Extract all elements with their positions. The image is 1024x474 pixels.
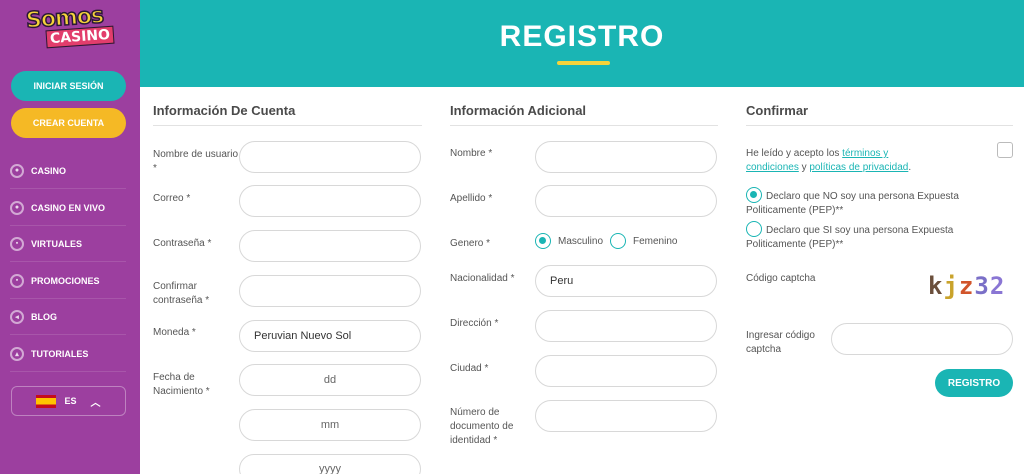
login-button[interactable]: INICIAR SESIÓN: [11, 71, 126, 101]
terms-prefix: He leído y acepto los: [746, 148, 843, 159]
gender-female-radio[interactable]: [610, 233, 626, 249]
birth-year-input[interactable]: yyyy: [239, 454, 421, 474]
live-chip-icon: ●: [10, 200, 24, 215]
gamepad-icon: ▪: [10, 236, 24, 251]
address-label: Dirección *: [450, 318, 499, 329]
birthdate-label: Fecha de Nacimiento *: [153, 372, 210, 397]
divider: [153, 125, 422, 126]
sidebar-item-label: CASINO: [31, 165, 67, 176]
birth-day-input[interactable]: dd: [239, 364, 421, 396]
sidebar-item-promotions[interactable]: ▪ PROMOCIONES: [10, 263, 126, 299]
terms-text: He leído y acepto los términos y condici…: [746, 147, 936, 175]
spain-flag-icon: [36, 394, 57, 408]
sidebar-item-casino[interactable]: ● CASINO: [10, 153, 126, 189]
page-header: REGISTRO: [140, 0, 1024, 87]
currency-select[interactable]: Peruvian Nuevo Sol: [239, 320, 421, 352]
username-label: Nombre de usuario *: [153, 149, 239, 174]
id-number-input[interactable]: [535, 400, 717, 432]
username-input[interactable]: [239, 141, 421, 173]
pep-no-label: Declaro que NO soy una persona Expuesta …: [746, 191, 959, 216]
divider: [746, 125, 1013, 126]
birth-month-input[interactable]: mm: [239, 409, 421, 441]
gender-label: Genero *: [450, 238, 491, 249]
language-label: ES: [64, 396, 77, 406]
nationality-label: Nacionalidad *: [450, 273, 515, 284]
captcha-label: Código captcha: [746, 273, 816, 284]
create-account-button[interactable]: CREAR CUENTA: [11, 108, 126, 138]
email-input[interactable]: [239, 185, 421, 217]
sidebar: Somos CASINO INICIAR SESIÓN CREAR CUENTA…: [0, 0, 140, 474]
email-label: Correo *: [153, 193, 191, 204]
sidebar-item-label: TUTORIALES: [31, 348, 89, 359]
additional-section-title: Información Adicional: [450, 103, 587, 118]
page-title: REGISTRO: [499, 20, 665, 53]
account-section-title: Información De Cuenta: [153, 103, 296, 118]
sidebar-item-tutorials[interactable]: ▴ TUTORIALES: [10, 336, 126, 372]
terms-mid: y: [798, 162, 810, 173]
sidebar-item-label: BLOG: [31, 311, 57, 322]
currency-label: Moneda *: [153, 327, 196, 338]
graduation-icon: ▴: [10, 346, 24, 361]
password-input[interactable]: [239, 230, 421, 262]
logo-text-bottom: CASINO: [45, 25, 115, 49]
city-label: Ciudad *: [450, 363, 489, 374]
sidebar-item-blog[interactable]: ◂ BLOG: [10, 299, 126, 335]
title-underline: [557, 61, 610, 65]
id-number-label: Número de documento de identidad *: [450, 407, 514, 446]
sidebar-item-live-casino[interactable]: ● CASINO EN VIVO: [10, 190, 126, 226]
language-selector[interactable]: ES ︿: [11, 386, 126, 416]
password-label: Contraseña *: [153, 238, 212, 249]
submit-button[interactable]: REGISTRO: [935, 369, 1013, 397]
nationality-select[interactable]: Peru: [535, 265, 717, 297]
pep-yes-label: Declaro que SI soy una persona Expuesta …: [746, 225, 954, 250]
megaphone-icon: ◂: [10, 309, 24, 324]
name-label: Nombre *: [450, 148, 493, 159]
terms-suffix: .: [908, 162, 912, 173]
chevron-up-icon: ︿: [90, 397, 101, 409]
city-input[interactable]: [535, 355, 717, 387]
name-input[interactable]: [535, 141, 717, 173]
gender-male-label: Masculino: [558, 236, 604, 247]
confirm-password-label: Confirmar contraseña *: [153, 281, 210, 306]
sidebar-item-virtual[interactable]: ▪ VIRTUALES: [10, 226, 126, 262]
terms-checkbox[interactable]: [997, 142, 1013, 158]
confirm-section-title: Confirmar: [746, 103, 809, 118]
captcha-input-label: Ingresar código captcha: [746, 330, 815, 355]
captcha-input[interactable]: [831, 323, 1013, 355]
privacy-link[interactable]: políticas de privacidad: [809, 162, 908, 173]
address-input[interactable]: [535, 310, 717, 342]
gift-icon: ▪: [10, 273, 24, 288]
logo[interactable]: Somos CASINO: [22, 3, 115, 52]
chip-icon: ●: [10, 163, 24, 178]
captcha-image: kjz32: [928, 272, 1006, 300]
sidebar-item-label: VIRTUALES: [31, 238, 83, 249]
divider: [450, 125, 718, 126]
surname-label: Apellido *: [450, 193, 493, 204]
registration-form: Información De Cuenta Nombre de usuario …: [140, 87, 1024, 474]
gender-male-radio[interactable]: [535, 233, 551, 249]
sidebar-item-label: PROMOCIONES: [31, 275, 100, 286]
sidebar-item-label: CASINO EN VIVO: [31, 202, 106, 213]
confirm-password-input[interactable]: [239, 275, 421, 307]
surname-input[interactable]: [535, 185, 717, 217]
gender-female-label: Femenino: [633, 236, 678, 247]
